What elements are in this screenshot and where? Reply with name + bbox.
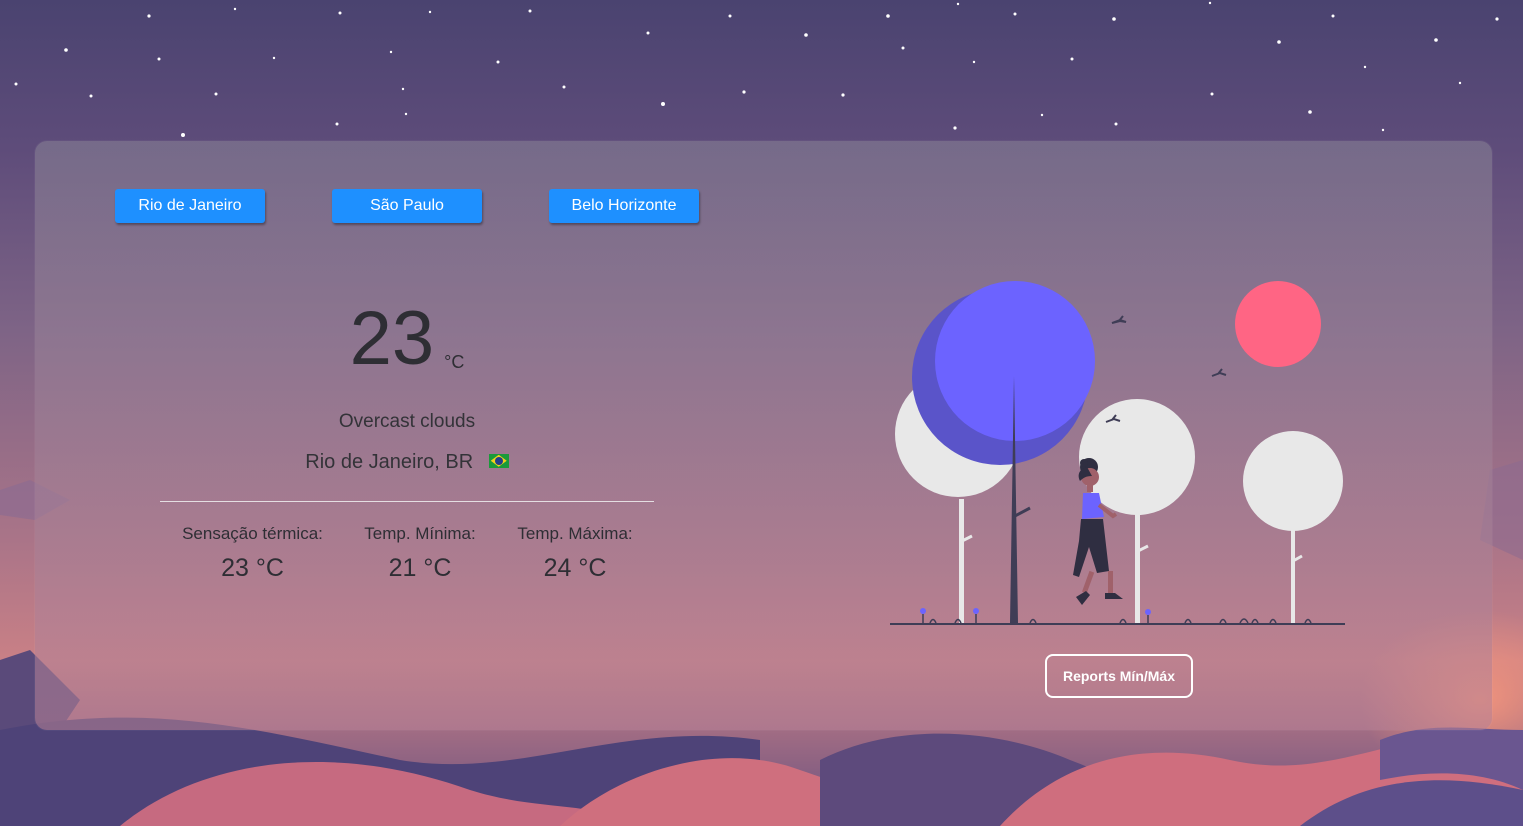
temperature-value: 23: [349, 296, 435, 381]
reports-min-max-button[interactable]: Reports Mín/Máx: [1045, 654, 1193, 698]
stat-min-temp: Temp. Mínima: 21 °C: [350, 524, 490, 583]
brazil-flag-icon: [488, 453, 509, 468]
stat-feels-like: Sensação térmica: 23 °C: [170, 524, 335, 583]
stat-label: Temp. Mínima:: [364, 524, 476, 543]
city-button-rio-de-janeiro[interactable]: Rio de Janeiro: [115, 189, 265, 223]
divider: [160, 501, 654, 502]
city-button-belo-horizonte[interactable]: Belo Horizonte: [549, 189, 699, 223]
weather-card: Rio de Janeiro São Paulo Belo Horizonte …: [35, 141, 1492, 730]
stat-value: 23 °C: [221, 554, 284, 582]
location-line: Rio de Janeiro, BR: [35, 451, 779, 474]
current-temperature: 23 °C: [35, 301, 779, 377]
city-button-sao-paulo[interactable]: São Paulo: [332, 189, 482, 223]
stat-label: Temp. Máxima:: [517, 524, 633, 543]
stat-value: 21 °C: [388, 554, 452, 582]
stat-value: 24 °C: [543, 554, 607, 582]
stars: [14, 1, 1499, 137]
stat-max-temp: Temp. Máxima: 24 °C: [505, 524, 645, 583]
weather-description: Overcast clouds: [338, 411, 476, 432]
stat-label: Sensação térmica:: [182, 524, 323, 543]
temperature-unit: °C: [444, 352, 465, 372]
location-name: Rio de Janeiro, BR: [305, 451, 474, 473]
walking-woman-illustration: [890, 281, 1345, 625]
